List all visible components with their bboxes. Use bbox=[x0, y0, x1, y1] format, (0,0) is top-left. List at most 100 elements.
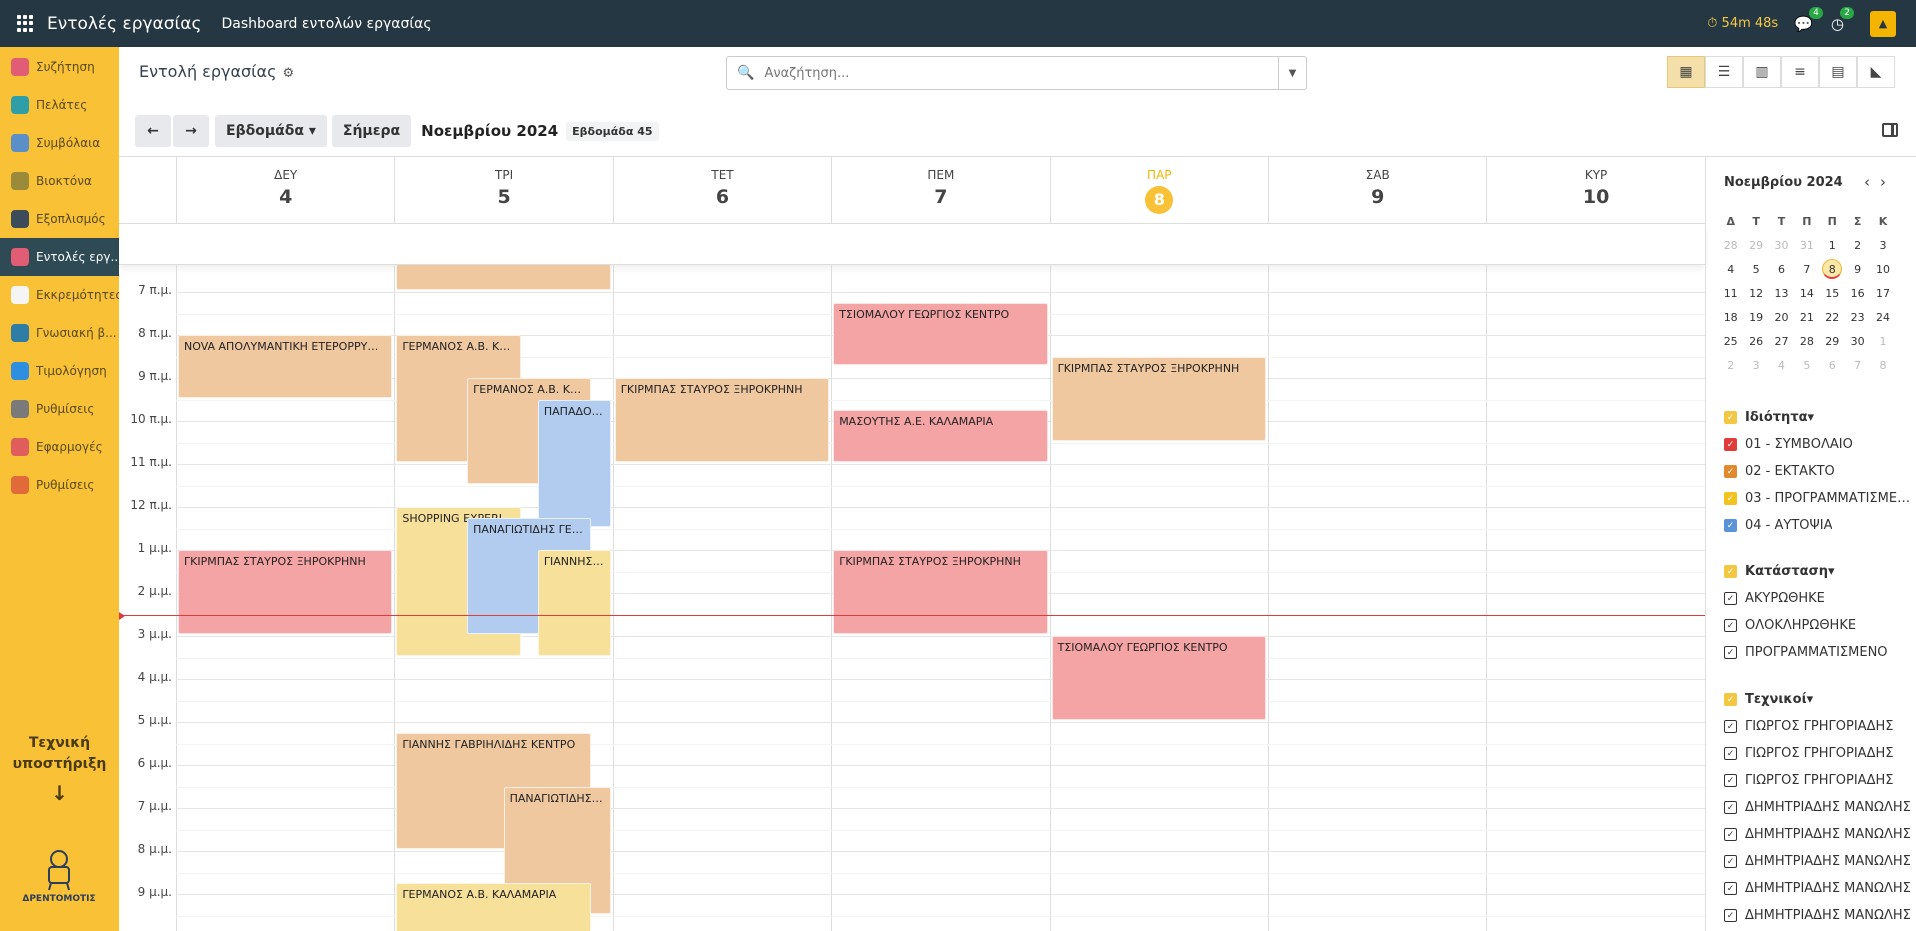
mini-calendar-day[interactable]: 3 bbox=[1743, 359, 1768, 372]
mini-calendar-day[interactable]: 9 bbox=[1845, 263, 1870, 276]
graph-view-icon[interactable]: ◣ bbox=[1857, 56, 1895, 88]
mini-calendar-day[interactable]: 23 bbox=[1845, 311, 1870, 324]
calendar-event[interactable] bbox=[396, 265, 611, 290]
mini-calendar-day[interactable]: 2 bbox=[1718, 359, 1743, 372]
day-header[interactable]: ΚΥΡ 10 bbox=[1486, 157, 1704, 223]
calendar-view-icon[interactable]: ▦ bbox=[1667, 56, 1705, 88]
day-header[interactable]: ΤΡΙ 5 bbox=[394, 157, 612, 223]
mini-calendar-day[interactable]: 26 bbox=[1743, 335, 1768, 348]
filter-item[interactable]: ✓ ΓΙΩΡΓΟΣ ΓΡΗΓΟΡΙΑΔΗΣ bbox=[1724, 767, 1914, 794]
filter-section-title[interactable]: ✓ Τεχνικοί ▾ bbox=[1724, 686, 1914, 713]
mini-calendar-day[interactable]: 30 bbox=[1769, 239, 1794, 252]
checkbox-icon[interactable]: ✓ bbox=[1724, 747, 1737, 760]
timer-display[interactable]: ⏱ 54m 48s bbox=[1707, 16, 1778, 31]
filter-item[interactable]: ✓ ΔΗΜΗΤΡΙΑΔΗΣ ΜΑΝΩΛΗΣ bbox=[1724, 902, 1914, 929]
mini-calendar-day[interactable]: 2 bbox=[1845, 239, 1870, 252]
sidebar-toggle-icon[interactable] bbox=[1882, 123, 1898, 137]
calendar-event[interactable]: ΓΚΙΡΜΠΑΣ ΣΤΑΥΡΟΣ ΞΗΡΟΚΡΗΝΗ bbox=[1051, 356, 1266, 441]
checkbox-icon[interactable]: ✓ bbox=[1724, 646, 1737, 659]
calendar-event[interactable]: ΤΣΙΟΜΑΛΟΥ ΓΕΩΡΓΙΟΣ ΚΕΝΤΡΟ bbox=[833, 302, 1048, 366]
chat-icon[interactable]: 💬 4 bbox=[1794, 6, 1823, 33]
checkbox-icon[interactable]: ✓ bbox=[1724, 720, 1737, 733]
mini-calendar-day[interactable]: 6 bbox=[1820, 359, 1845, 372]
mini-calendar-day[interactable]: 1 bbox=[1870, 335, 1895, 348]
sidebar-item[interactable]: Γνωσιακή β... bbox=[0, 314, 119, 352]
mini-calendar-day[interactable]: 10 bbox=[1870, 263, 1895, 276]
calendar-event[interactable]: ΓΚΙΡΜΠΑΣ ΣΤΑΥΡΟΣ ΞΗΡΟΚΡΗΝΗ bbox=[178, 550, 393, 634]
mini-calendar-day[interactable]: 31 bbox=[1794, 239, 1819, 252]
day-header[interactable]: ΤΕΤ 6 bbox=[612, 157, 831, 223]
kanban-view-icon[interactable]: ▥ bbox=[1743, 56, 1781, 88]
calendar-event[interactable]: ΓΚΙΡΜΠΑΣ ΣΤΑΥΡΟΣ ΞΗΡΟΚΡΗΝΗ bbox=[833, 550, 1048, 634]
gear-icon[interactable]: ⚙ bbox=[282, 66, 294, 81]
mini-calendar-day[interactable]: 29 bbox=[1743, 239, 1768, 252]
filter-item[interactable]: ✓ ΓΙΩΡΓΟΣ ΓΡΗΓΟΡΙΑΔΗΣ bbox=[1724, 713, 1914, 740]
checkbox-icon[interactable]: ✓ bbox=[1724, 855, 1737, 868]
mini-calendar-day[interactable]: 12 bbox=[1743, 287, 1768, 300]
period-dropdown[interactable]: Εβδομάδα ▾ bbox=[215, 115, 327, 147]
calendar-event[interactable]: ΓΚΙΡΜΠΑΣ ΣΤΑΥΡΟΣ ΞΗΡΟΚΡΗΝΗ bbox=[614, 378, 830, 462]
search-dropdown-toggle[interactable]: ▼ bbox=[1278, 57, 1306, 89]
activity-icon[interactable]: ◷ 2 bbox=[1831, 6, 1854, 33]
mini-calendar-day[interactable]: 7 bbox=[1845, 359, 1870, 372]
user-avatar[interactable]: ▲ bbox=[1870, 10, 1896, 37]
menu-dashboard[interactable]: Dashboard εντολών εργασίας bbox=[221, 16, 431, 32]
filter-section-title[interactable]: ✓ Ιδιότητα ▾ bbox=[1724, 404, 1914, 431]
calendar-event[interactable]: ΠΑΠΑΔΟΠΟΥΛΟΣ bbox=[537, 399, 611, 527]
mini-calendar-day[interactable]: 6 bbox=[1769, 263, 1794, 276]
mini-calendar-day[interactable]: 15 bbox=[1820, 287, 1845, 300]
calendar-event[interactable]: ΤΣΙΟΜΑΛΟΥ ΓΕΩΡΓΙΟΣ ΚΕΝΤΡΟ bbox=[1051, 636, 1266, 720]
app-menu-icon[interactable] bbox=[17, 14, 35, 33]
chevron-right-icon[interactable]: › bbox=[1880, 173, 1896, 191]
mini-calendar-day[interactable]: 25 bbox=[1718, 335, 1743, 348]
filter-item[interactable]: ✓ ΑΚΥΡΩΘΗΚΕ bbox=[1724, 585, 1914, 612]
checkbox-icon[interactable]: ✓ bbox=[1724, 438, 1737, 451]
mini-calendar-day[interactable]: 28 bbox=[1718, 239, 1743, 252]
mini-calendar-day[interactable]: 4 bbox=[1718, 263, 1743, 276]
mini-calendar-day[interactable]: 8 bbox=[1870, 359, 1895, 372]
mini-calendar-day[interactable]: 1 bbox=[1820, 239, 1845, 252]
filter-item[interactable]: ✓ ΔΗΜΗΤΡΙΑΔΗΣ ΜΑΝΩΛΗΣ bbox=[1724, 794, 1914, 821]
calendar-event[interactable]: NOVA ΑΠΟΛΥΜΑΝΤΙΚΗ ΕΤΕΡΟΡΡΥΘΜΗ bbox=[178, 335, 393, 398]
checkbox-icon[interactable]: ✓ bbox=[1724, 774, 1737, 787]
checkbox-icon[interactable]: ✓ bbox=[1724, 492, 1737, 505]
checkbox-icon[interactable]: ✓ bbox=[1724, 909, 1737, 922]
filter-item[interactable]: ✓ 03 - ΠΡΟΓΡΑΜΜΑΤΙΣΜΕΝΟ bbox=[1724, 485, 1914, 512]
sidebar-item[interactable]: Πελάτες bbox=[0, 86, 119, 124]
mini-calendar-day[interactable]: 30 bbox=[1845, 335, 1870, 348]
checkbox-icon[interactable]: ✓ bbox=[1724, 801, 1737, 814]
mini-calendar-day[interactable]: 11 bbox=[1718, 287, 1743, 300]
sidebar-item[interactable]: Συμβόλαια bbox=[0, 124, 119, 162]
sidebar-item[interactable]: Βιοκτόνα bbox=[0, 162, 119, 200]
mini-calendar-day[interactable]: 14 bbox=[1794, 287, 1819, 300]
filter-item[interactable]: ✓ ΔΗΜΗΤΡΙΑΔΗΣ ΜΑΝΩΛΗΣ bbox=[1724, 848, 1914, 875]
all-day-row[interactable] bbox=[119, 223, 1705, 265]
day-header[interactable]: ΠΑΡ 8 bbox=[1049, 157, 1268, 223]
sidebar-item[interactable]: Εντολές εργ... bbox=[0, 238, 119, 276]
sidebar-item[interactable]: Εξοπλισμός bbox=[0, 200, 119, 238]
app-title[interactable]: Εντολές εργασίας bbox=[47, 14, 201, 34]
pivot-view-icon[interactable]: ▤ bbox=[1819, 56, 1857, 88]
time-grid[interactable]: 7 π.μ. 8 π.μ. 9 π.μ. 10 π.μ. 11 π.μ. 12 π.μ. 1… bbox=[119, 265, 1705, 931]
mini-calendar-day[interactable]: 27 bbox=[1769, 335, 1794, 348]
mini-calendar-day[interactable]: 22 bbox=[1820, 311, 1845, 324]
mini-calendar-day[interactable]: 7 bbox=[1794, 263, 1819, 276]
checkbox-icon[interactable]: ✓ bbox=[1724, 465, 1737, 478]
gantt-view-icon[interactable]: ☰ bbox=[1705, 56, 1743, 88]
sidebar-item[interactable]: Εκκρεμότητες bbox=[0, 276, 119, 314]
checkbox-icon[interactable]: ✓ bbox=[1724, 828, 1737, 841]
mini-calendar-day[interactable]: 16 bbox=[1845, 287, 1870, 300]
next-button[interactable]: → bbox=[173, 115, 209, 147]
filter-item[interactable]: ✓ ΟΛΟΚΛΗΡΩΘΗΚΕ bbox=[1724, 612, 1914, 639]
search-input[interactable] bbox=[764, 65, 1265, 81]
filter-item[interactable]: ✓ ΔΗΜΗΤΡΙΑΔΗΣ ΜΑΝΩΛΗΣ bbox=[1724, 875, 1914, 902]
filter-section-title[interactable]: ✓ Κατάσταση ▾ bbox=[1724, 558, 1914, 585]
checkbox-icon[interactable]: ✓ bbox=[1724, 565, 1737, 578]
filter-item[interactable]: ✓ ΔΗΜΗΤΡΙΑΔΗΣ ΜΑΝΩΛΗΣ bbox=[1724, 821, 1914, 848]
mini-calendar-day[interactable]: 28 bbox=[1794, 335, 1819, 348]
prev-button[interactable]: ← bbox=[135, 115, 171, 147]
sidebar-item[interactable]: Ρυθμίσεις bbox=[0, 390, 119, 428]
mini-calendar-day[interactable]: 5 bbox=[1743, 263, 1768, 276]
day-header[interactable]: ΠΕΜ 7 bbox=[831, 157, 1049, 223]
sidebar-item[interactable]: Ρυθμίσεις bbox=[0, 466, 119, 504]
